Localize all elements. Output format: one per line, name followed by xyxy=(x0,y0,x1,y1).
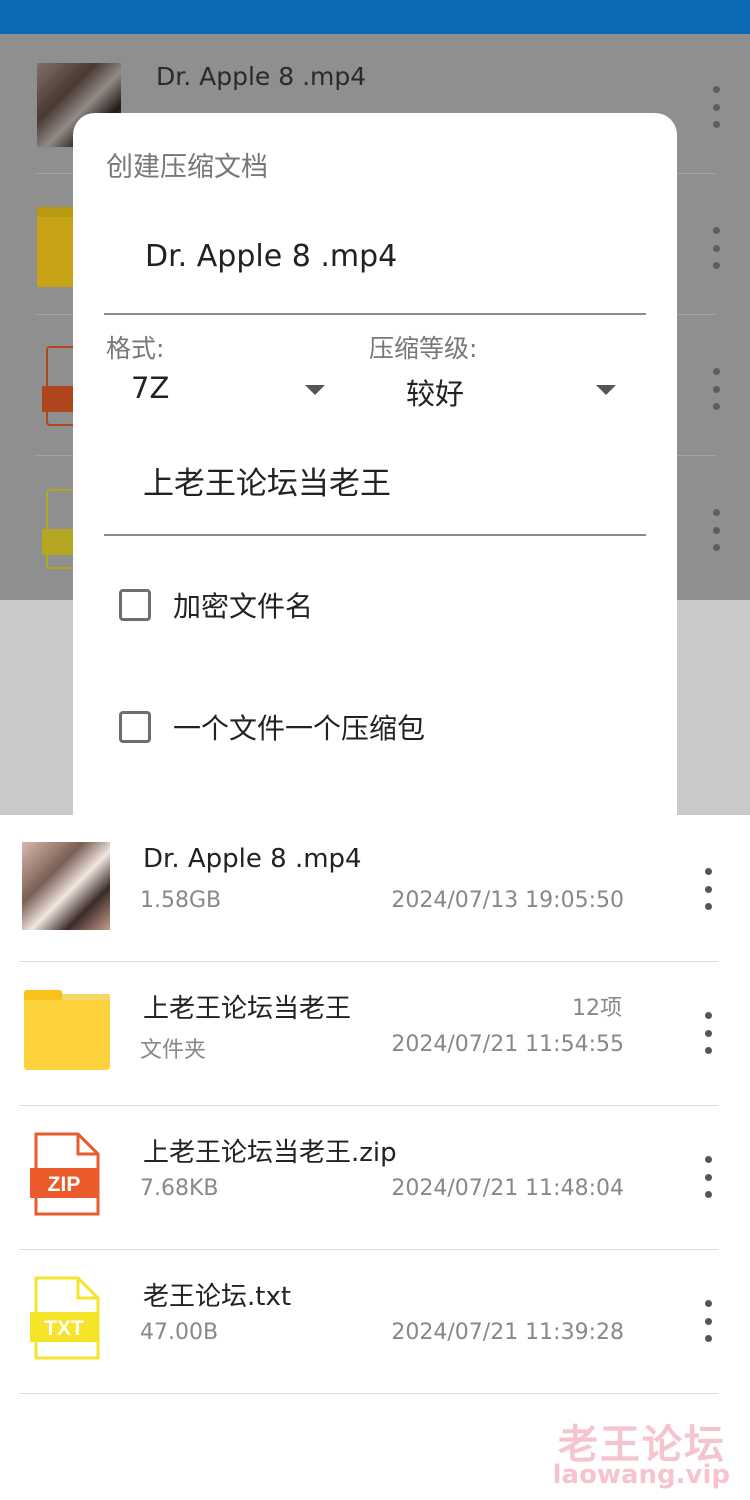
one-archive-per-file-checkbox[interactable] xyxy=(119,711,151,743)
more-menu-icon[interactable] xyxy=(712,227,720,269)
more-menu-icon[interactable] xyxy=(704,1012,712,1054)
file-date: 2024/07/21 11:54:55 xyxy=(391,1032,624,1057)
file-date: 2024/07/21 11:39:28 xyxy=(391,1320,624,1345)
file-name: 上老王论坛当老王 xyxy=(143,994,352,1024)
dialog-title: 创建压缩文档 xyxy=(106,152,268,183)
file-size: 47.00B xyxy=(140,1320,219,1345)
more-menu-icon[interactable] xyxy=(712,86,720,128)
background-file-name: Dr. Apple 8 .mp4 xyxy=(156,62,367,91)
zip-file-icon: ZIP xyxy=(22,1130,110,1218)
svg-text:TXT: TXT xyxy=(44,1317,84,1340)
file-date: 2024/07/13 19:05:50 xyxy=(391,888,624,913)
password-input[interactable]: 上老王论坛当老王 xyxy=(143,458,391,503)
file-type: 文件夹 xyxy=(140,1038,207,1063)
file-row[interactable]: TXT 老王论坛.txt 47.00B 2024/07/21 11:39:28 xyxy=(0,1250,750,1394)
status-bar xyxy=(0,0,750,34)
level-dropdown-arrow-icon[interactable] xyxy=(596,385,616,395)
create-archive-dialog: 创建压缩文档 Dr. Apple 8 .mp4 格式: 压缩等级: 7Z 较好 … xyxy=(73,113,677,818)
txt-file-icon: TXT xyxy=(22,1274,110,1362)
one-archive-per-file-option[interactable]: 一个文件一个压缩包 xyxy=(119,707,425,747)
file-name: Dr. Apple 8 .mp4 xyxy=(143,844,362,874)
one-archive-per-file-label: 一个文件一个压缩包 xyxy=(173,712,426,745)
file-row[interactable]: Dr. Apple 8 .mp4 1.58GB 2024/07/13 19:05… xyxy=(0,818,750,962)
encrypt-filenames-label: 加密文件名 xyxy=(173,590,314,623)
archive-name-underline xyxy=(104,313,646,315)
compression-level-select[interactable]: 较好 xyxy=(406,371,464,413)
archive-name-input[interactable]: Dr. Apple 8 .mp4 xyxy=(145,239,397,274)
file-name: 老王论坛.txt xyxy=(143,1282,292,1312)
file-size: 7.68KB xyxy=(140,1176,219,1201)
format-dropdown-arrow-icon[interactable] xyxy=(305,385,325,395)
more-menu-icon[interactable] xyxy=(704,1156,712,1198)
more-menu-icon[interactable] xyxy=(704,868,712,910)
file-list: Dr. Apple 8 .mp4 1.58GB 2024/07/13 19:05… xyxy=(0,818,750,1394)
encrypt-filenames-option[interactable]: 加密文件名 xyxy=(119,585,313,625)
format-select[interactable]: 7Z xyxy=(131,371,169,405)
file-size: 1.58GB xyxy=(140,888,222,913)
file-row[interactable]: ZIP 上老王论坛当老王.zip 7.68KB 2024/07/21 11:48… xyxy=(0,1106,750,1250)
folder-icon xyxy=(22,986,110,1074)
file-row[interactable]: 上老王论坛当老王 12项 文件夹 2024/07/21 11:54:55 xyxy=(0,962,750,1106)
watermark-logo-en: laowang.vip xyxy=(552,1460,730,1490)
more-menu-icon[interactable] xyxy=(712,509,720,551)
password-underline xyxy=(104,534,646,536)
item-count: 12项 xyxy=(572,996,622,1021)
format-label: 格式: xyxy=(106,334,165,363)
svg-text:ZIP: ZIP xyxy=(48,1173,81,1196)
compression-level-label: 压缩等级: xyxy=(369,334,478,363)
video-thumbnail xyxy=(22,842,110,930)
file-name: 上老王论坛当老王.zip xyxy=(143,1138,397,1168)
more-menu-icon[interactable] xyxy=(712,368,720,410)
file-date: 2024/07/21 11:48:04 xyxy=(391,1176,624,1201)
more-menu-icon[interactable] xyxy=(704,1300,712,1342)
encrypt-filenames-checkbox[interactable] xyxy=(119,589,151,621)
